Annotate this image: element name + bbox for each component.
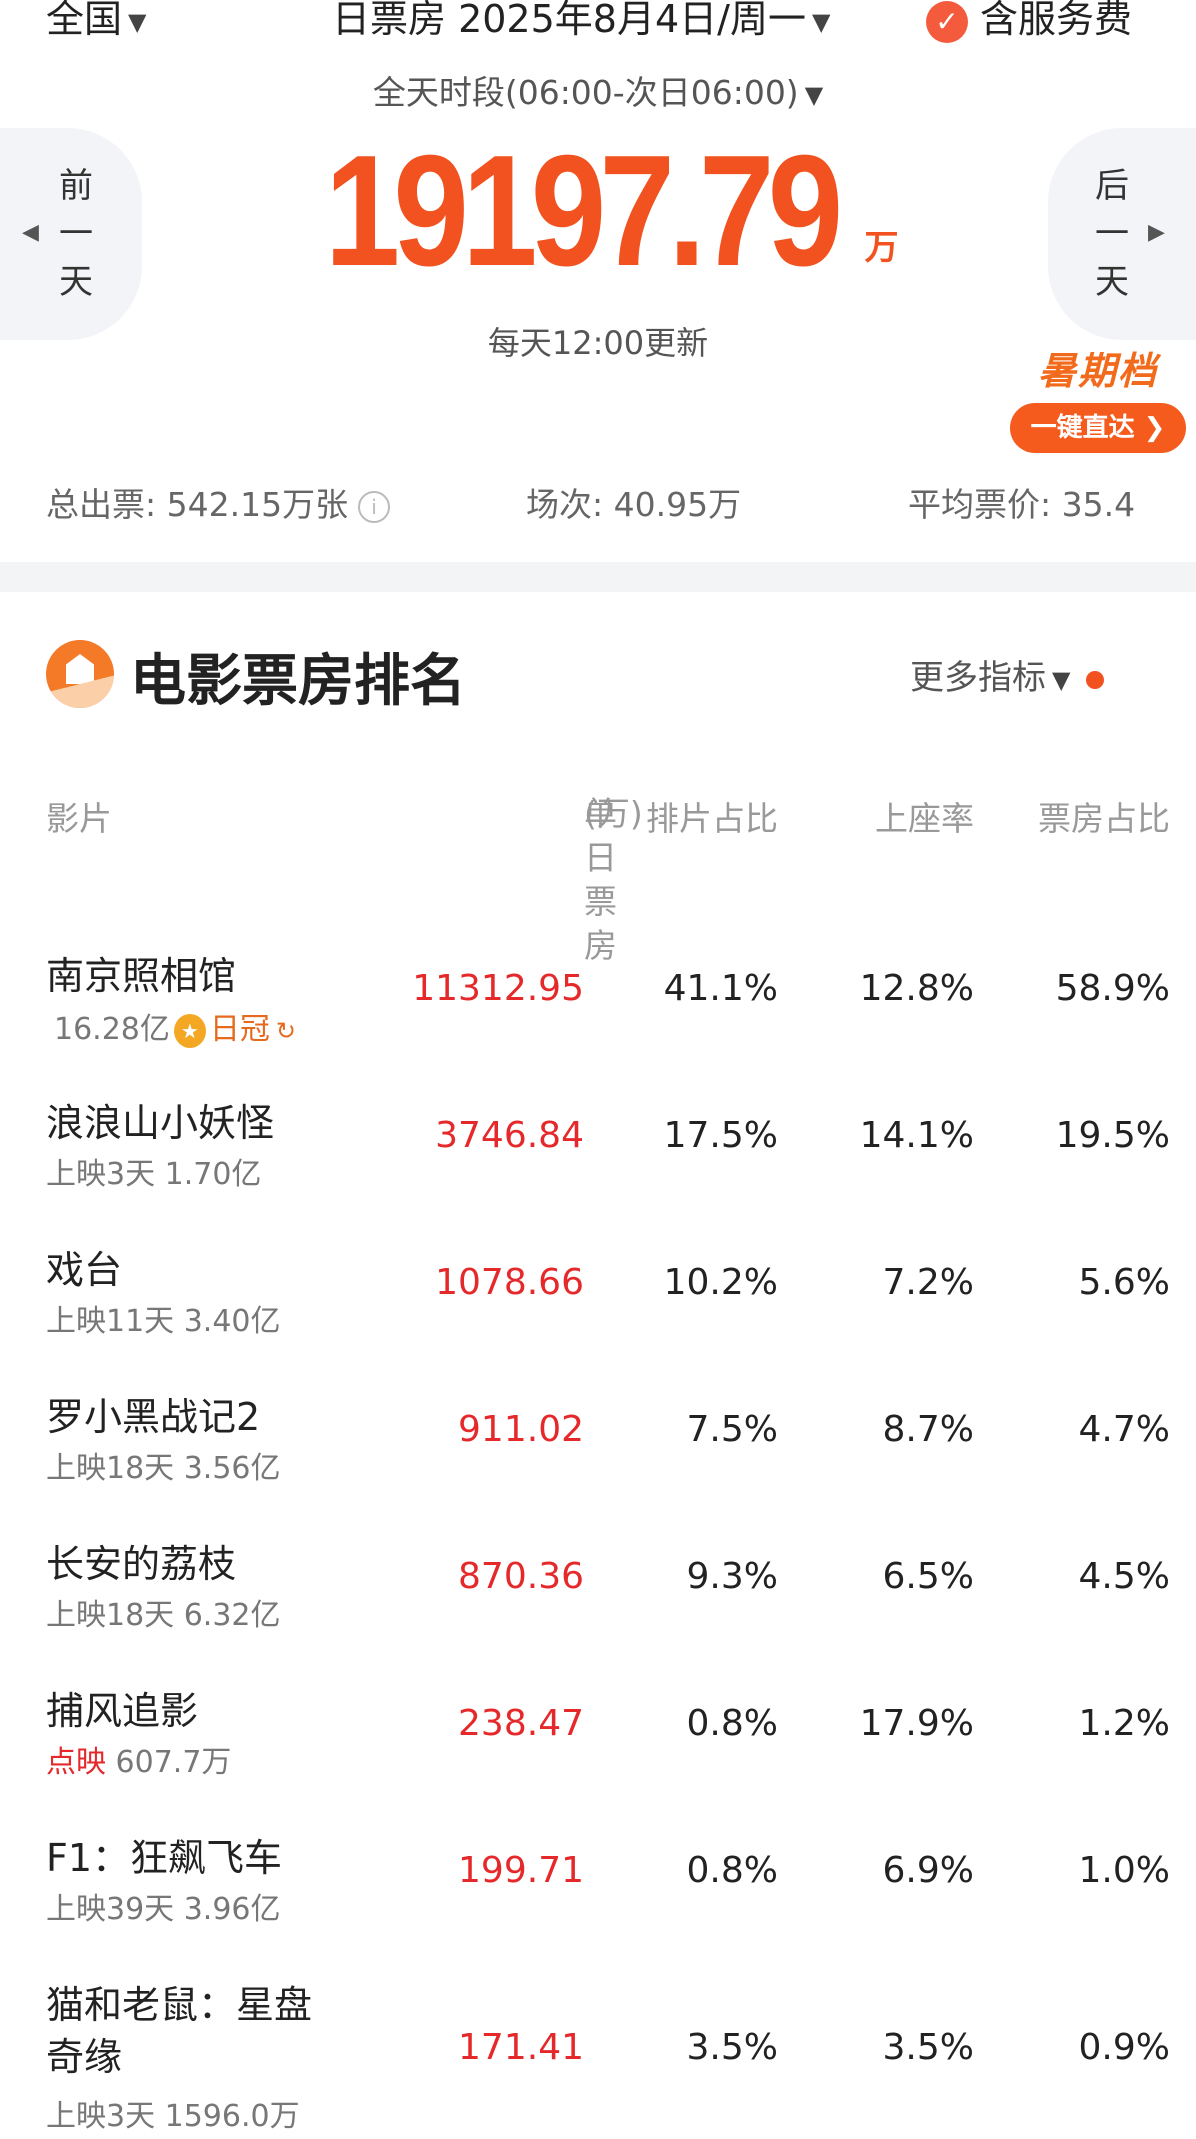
stat-tickets: 总出票: 542.15万张 i <box>46 478 391 526</box>
film-name-line2: 奇缘 <box>46 2035 123 2079</box>
box-value: 3746.84 <box>435 1115 584 1156</box>
table-header: 影片 单日票房 (万) 排片占比 上座率 票房占比 <box>0 792 1196 965</box>
film-name: 戏台 <box>46 1248 123 1292</box>
film-name: 长安的荔枝 <box>46 1542 237 1586</box>
box-value: 1078.66 <box>435 1262 584 1303</box>
total-value: 19197.79 <box>325 123 844 299</box>
service-fee-toggle[interactable]: ✓ 含服务费 <box>926 0 1132 43</box>
film-sub: 上映18天 3.56亿 <box>46 1451 281 1486</box>
share-value: 5.6% <box>1078 1262 1170 1303</box>
box-value: 199.71 <box>458 1850 584 1891</box>
film-name: 猫和老鼠：星盘 <box>46 1983 313 2027</box>
share-value: 0.9% <box>1078 2027 1170 2068</box>
film-name: 罗小黑战记2 <box>46 1395 261 1439</box>
more-metrics-button[interactable]: 更多指标 ▼ <box>910 650 1105 699</box>
seat-value: 14.1% <box>859 1115 974 1156</box>
caret-down-icon: ▼ <box>128 7 147 36</box>
promo-title: 暑期档 <box>1037 349 1158 393</box>
header-film: 影片 <box>46 799 112 838</box>
schedule-value: 0.8% <box>686 1703 778 1744</box>
film-sub: 上映11天 3.40亿 <box>46 1304 281 1339</box>
total-unit: 万 <box>864 228 899 268</box>
header-box-unit: (万) <box>584 794 643 833</box>
seat-value: 6.9% <box>882 1850 974 1891</box>
service-fee-label: 含服务费 <box>980 0 1133 41</box>
film-sub: 上映39天 3.96亿 <box>46 1892 281 1927</box>
stat-shows: 场次: 40.95万 <box>526 485 742 524</box>
date-label: 日票房 2025年8月4日/周一 <box>332 0 806 41</box>
schedule-value: 9.3% <box>686 1556 778 1597</box>
box-value: 911.02 <box>458 1409 584 1450</box>
date-selector[interactable]: 日票房 2025年8月4日/周一 ▼ <box>332 0 830 43</box>
schedule-value: 7.5% <box>686 1409 778 1450</box>
summer-promo[interactable]: 暑期档 一键直达 ❯ <box>1010 340 1186 453</box>
stats-bar: 总出票: 542.15万张 i 场次: 40.95万 平均票价: 35.4 <box>0 478 1196 530</box>
box-value: 870.36 <box>458 1556 584 1597</box>
box-value: 11312.95 <box>412 968 584 1009</box>
caret-down-icon: ▼ <box>1052 665 1071 694</box>
share-value: 1.0% <box>1078 1850 1170 1891</box>
ranking-title: 电影票房排名 <box>130 649 466 714</box>
seat-value: 7.2% <box>882 1262 974 1303</box>
film-sub: 上映3天 1.70亿 <box>46 1157 262 1192</box>
filter-bar: 全国 ▼ 日票房 2025年8月4日/周一 ▼ ✓ 含服务费 <box>0 0 1196 43</box>
preview-tag: 点映 <box>46 1745 106 1780</box>
schedule-value: 0.8% <box>686 1850 778 1891</box>
film-total: 607.7万 <box>115 1745 232 1780</box>
seat-value: 8.7% <box>882 1409 974 1450</box>
daily-crown-label: 日冠 <box>209 1012 270 1047</box>
seat-value: 17.9% <box>859 1703 974 1744</box>
caret-down-icon: ▼ <box>804 80 824 109</box>
schedule-value: 10.2% <box>663 1262 778 1303</box>
info-icon[interactable]: i <box>358 490 391 523</box>
cinema-icon <box>46 640 114 708</box>
section-divider <box>0 562 1196 592</box>
period-label: 全天时段(06:00-次日06:00) <box>372 73 799 112</box>
more-metrics-label: 更多指标 <box>910 658 1046 698</box>
stat-avg-price: 平均票价: 35.4 <box>908 485 1136 524</box>
film-sub: 点映 607.7万 <box>46 1737 231 1781</box>
film-sub: 上映18天 6.32亿 <box>46 1598 281 1633</box>
share-value: 4.7% <box>1078 1409 1170 1450</box>
seat-value: 12.8% <box>859 968 974 1009</box>
stat-tickets-label: 总出票: 542.15万张 <box>46 485 349 524</box>
header-schedule[interactable]: 排片占比 <box>646 792 778 840</box>
film-name: 浪浪山小妖怪 <box>46 1101 275 1145</box>
schedule-value: 41.1% <box>663 968 778 1009</box>
share-value: 4.5% <box>1078 1556 1170 1597</box>
total-box-office: 19197.79 万 <box>0 123 1196 299</box>
film-sub: 上映3天 1596.0万 <box>46 2099 300 2134</box>
promo-button[interactable]: 一键直达 ❯ <box>1010 403 1186 453</box>
share-value: 19.5% <box>1055 1115 1170 1156</box>
region-selector[interactable]: 全国 ▼ <box>46 0 146 43</box>
seat-value: 3.5% <box>882 2027 974 2068</box>
schedule-value: 17.5% <box>663 1115 778 1156</box>
film-sub: 16.28亿 ★ 日冠 ↻ <box>54 1004 296 1048</box>
film-total: 16.28亿 <box>54 1012 170 1047</box>
box-value: 238.47 <box>458 1703 584 1744</box>
caret-down-icon: ▼ <box>811 7 831 36</box>
medal-icon: ★ <box>173 1013 206 1048</box>
chevron-right-icon: ❯ <box>1143 413 1166 443</box>
box-value: 171.41 <box>458 2027 584 2068</box>
header-seat-rate[interactable]: 上座率 <box>875 792 974 840</box>
promo-button-label: 一键直达 <box>1030 413 1135 443</box>
notification-dot-icon <box>1086 670 1105 689</box>
check-icon: ✓ <box>926 0 968 43</box>
share-value: 58.9% <box>1055 968 1170 1009</box>
share-value: 1.2% <box>1078 1703 1170 1744</box>
header-share[interactable]: 票房占比 <box>1038 792 1170 840</box>
film-name: 南京照相馆 <box>46 954 237 998</box>
film-name: 捕风追影 <box>46 1689 199 1733</box>
period-selector[interactable]: 全天时段(06:00-次日06:00) ▼ <box>0 66 1196 114</box>
refresh-icon: ↻ <box>275 1017 296 1045</box>
region-label: 全国 <box>46 0 123 41</box>
film-name: F1：狂飙飞车 <box>46 1836 283 1880</box>
seat-value: 6.5% <box>882 1556 974 1597</box>
schedule-value: 3.5% <box>686 2027 778 2068</box>
